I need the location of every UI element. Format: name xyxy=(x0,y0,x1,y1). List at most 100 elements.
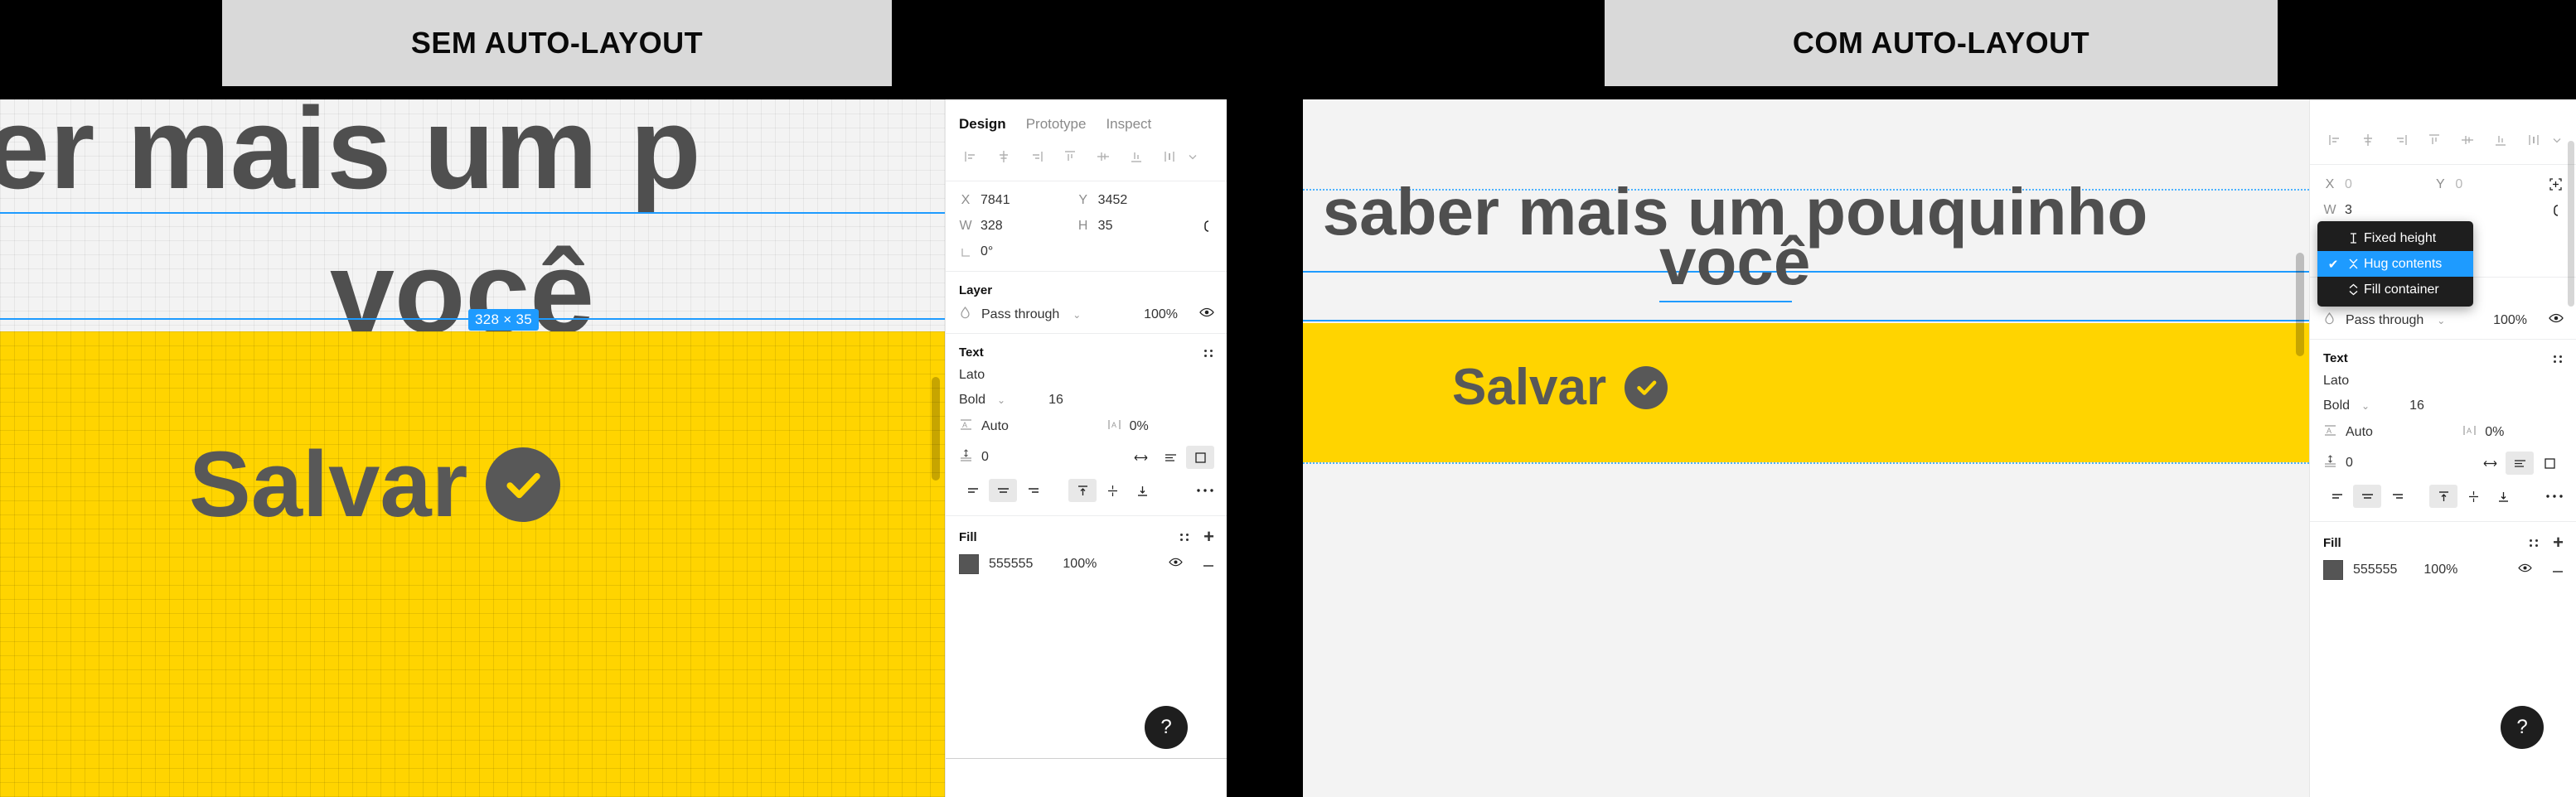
chevron-down-icon[interactable] xyxy=(2550,128,2564,152)
align-text-top-icon[interactable] xyxy=(1068,479,1097,502)
line-height-field-left[interactable]: A Auto xyxy=(959,418,1009,436)
distribute-icon[interactable] xyxy=(2517,128,2550,152)
fill-color-swatch-left[interactable] xyxy=(959,554,979,574)
chevron-down-icon[interactable] xyxy=(1186,144,1199,169)
fill-hex-value-right[interactable]: 555555 xyxy=(2353,563,2397,577)
h-field-left[interactable]: H 35 xyxy=(1077,219,1194,234)
text-align-right-icon[interactable] xyxy=(1019,479,1047,502)
eye-icon[interactable] xyxy=(1169,557,1183,572)
eye-icon[interactable] xyxy=(1199,307,1214,322)
auto-width-icon[interactable] xyxy=(1126,446,1155,469)
paragraph-spacing-field-left[interactable]: 0 xyxy=(959,448,989,466)
font-size-field-right[interactable]: 16 xyxy=(2409,398,2424,413)
align-horizontal-center-icon[interactable] xyxy=(2351,128,2385,152)
save-button-right[interactable]: Salvar xyxy=(1452,358,1668,417)
align-vertical-center-icon[interactable] xyxy=(1087,144,1120,169)
type-settings-icon[interactable] xyxy=(1203,347,1214,359)
align-left-icon[interactable] xyxy=(2318,128,2351,152)
save-button-left[interactable]: Salvar xyxy=(189,431,561,538)
minus-icon[interactable] xyxy=(1203,557,1214,572)
x-field-right[interactable]: X 0 xyxy=(2323,177,2433,192)
absolute-position-icon[interactable] xyxy=(2548,176,2564,192)
canvas-right[interactable]: os saber mais um pouquinho você Salvar xyxy=(1303,99,2309,797)
canvas-left[interactable]: er mais um p você 328 × 35 Salvar xyxy=(0,99,945,797)
chevron-down-icon[interactable]: ⌄ xyxy=(2437,315,2445,326)
dropdown-item-hug-contents[interactable]: ✔ Hug contents xyxy=(2317,251,2473,277)
letter-spacing-field-right[interactable]: A 0% xyxy=(2462,423,2564,442)
text-align-center-icon[interactable] xyxy=(2353,485,2381,508)
plus-icon[interactable]: + xyxy=(1203,528,1214,546)
paragraph-spacing-field-right[interactable]: 0 xyxy=(2323,454,2353,472)
tab-design[interactable]: Design xyxy=(959,116,1006,133)
resize-mode-dropdown[interactable]: Fixed height ✔ Hug contents Fill contain… xyxy=(2317,221,2473,307)
align-vertical-center-icon[interactable] xyxy=(2451,128,2484,152)
chevron-down-icon[interactable]: ⌄ xyxy=(1073,309,1081,321)
fill-hex-value-left[interactable]: 555555 xyxy=(989,557,1033,572)
more-horizontal-icon[interactable] xyxy=(1196,487,1214,494)
canvas-right-text-line2[interactable]: você xyxy=(1659,224,1810,300)
align-top-icon[interactable] xyxy=(2418,128,2451,152)
eye-icon[interactable] xyxy=(2518,563,2532,577)
type-settings-icon[interactable] xyxy=(2552,353,2564,365)
font-size-field-left[interactable]: 16 xyxy=(1048,393,1063,408)
font-family-row-left[interactable]: Lato xyxy=(959,368,1214,383)
fill-opacity-left[interactable]: 100% xyxy=(1063,557,1097,572)
w-field-right[interactable]: W 3 xyxy=(2323,203,2433,218)
align-right-icon[interactable] xyxy=(2385,128,2418,152)
canvas-left-text-line1[interactable]: er mais um p xyxy=(0,99,701,215)
text-align-left-icon[interactable] xyxy=(959,479,987,502)
w-field-left[interactable]: W 328 xyxy=(959,219,1077,234)
blend-mode-value-right[interactable]: Pass through xyxy=(2346,313,2423,328)
font-weight-field-left[interactable]: Bold ⌄ xyxy=(959,393,1005,408)
align-text-bottom-icon[interactable] xyxy=(2489,485,2517,508)
text-align-center-icon[interactable] xyxy=(989,479,1017,502)
y-field-right[interactable]: Y 0 xyxy=(2433,177,2544,192)
dropdown-item-fill-container[interactable]: Fill container xyxy=(2317,277,2473,302)
blend-mode-value-left[interactable]: Pass through xyxy=(981,307,1059,322)
letter-spacing-field-left[interactable]: A 0% xyxy=(1107,418,1214,436)
fill-settings-icon[interactable] xyxy=(2528,537,2540,548)
tab-prototype[interactable]: Prototype xyxy=(1026,116,1087,133)
minus-icon[interactable] xyxy=(2552,563,2564,577)
font-family-row-right[interactable]: Lato xyxy=(2323,374,2564,389)
fill-settings-icon[interactable] xyxy=(1179,531,1190,543)
fill-opacity-right[interactable]: 100% xyxy=(2423,563,2457,577)
layer-opacity-left[interactable]: 100% xyxy=(1144,307,1178,322)
canvas-scrollbar-right[interactable] xyxy=(2296,253,2304,356)
align-text-top-icon[interactable] xyxy=(2429,485,2457,508)
fill-color-swatch-right[interactable] xyxy=(2323,560,2343,580)
tab-inspect[interactable]: Inspect xyxy=(1106,116,1151,133)
text-align-left-icon[interactable] xyxy=(2323,485,2351,508)
yellow-button-band-left[interactable] xyxy=(0,331,945,797)
eye-icon[interactable] xyxy=(2549,312,2564,328)
distribute-icon[interactable] xyxy=(1153,144,1186,169)
constrain-proportions-icon[interactable] xyxy=(1199,218,1214,234)
font-weight-field-right[interactable]: Bold ⌄ xyxy=(2323,398,2370,413)
rotation-field-left[interactable]: 0° xyxy=(959,244,1077,259)
chevron-down-icon[interactable]: ⌄ xyxy=(997,394,1005,406)
plus-icon[interactable]: + xyxy=(2553,534,2564,552)
auto-width-icon[interactable] xyxy=(2476,452,2504,475)
text-align-right-icon[interactable] xyxy=(2383,485,2411,508)
align-horizontal-center-icon[interactable] xyxy=(987,144,1020,169)
canvas-scrollbar-left[interactable] xyxy=(932,377,940,481)
align-text-bottom-icon[interactable] xyxy=(1128,479,1156,502)
fixed-size-icon[interactable] xyxy=(2535,452,2564,475)
fixed-size-icon[interactable] xyxy=(1186,446,1214,469)
chevron-down-icon[interactable]: ⌄ xyxy=(2361,400,2370,412)
panel-scrollbar-right[interactable] xyxy=(2568,141,2574,307)
auto-height-icon[interactable] xyxy=(1156,446,1184,469)
help-button-right[interactable]: ? xyxy=(2501,706,2544,749)
align-bottom-icon[interactable] xyxy=(2484,128,2517,152)
align-text-middle-icon[interactable] xyxy=(1098,479,1126,502)
constrain-proportions-icon[interactable] xyxy=(2549,202,2564,219)
auto-height-icon[interactable] xyxy=(2506,452,2534,475)
x-field-left[interactable]: X 7841 xyxy=(959,193,1077,208)
more-horizontal-icon[interactable] xyxy=(2545,493,2564,500)
y-field-left[interactable]: Y 3452 xyxy=(1077,193,1194,208)
dropdown-item-fixed-height[interactable]: Fixed height xyxy=(2317,225,2473,251)
align-right-icon[interactable] xyxy=(1020,144,1053,169)
align-text-middle-icon[interactable] xyxy=(2459,485,2487,508)
help-button-left[interactable]: ? xyxy=(1145,706,1188,749)
align-bottom-icon[interactable] xyxy=(1120,144,1153,169)
